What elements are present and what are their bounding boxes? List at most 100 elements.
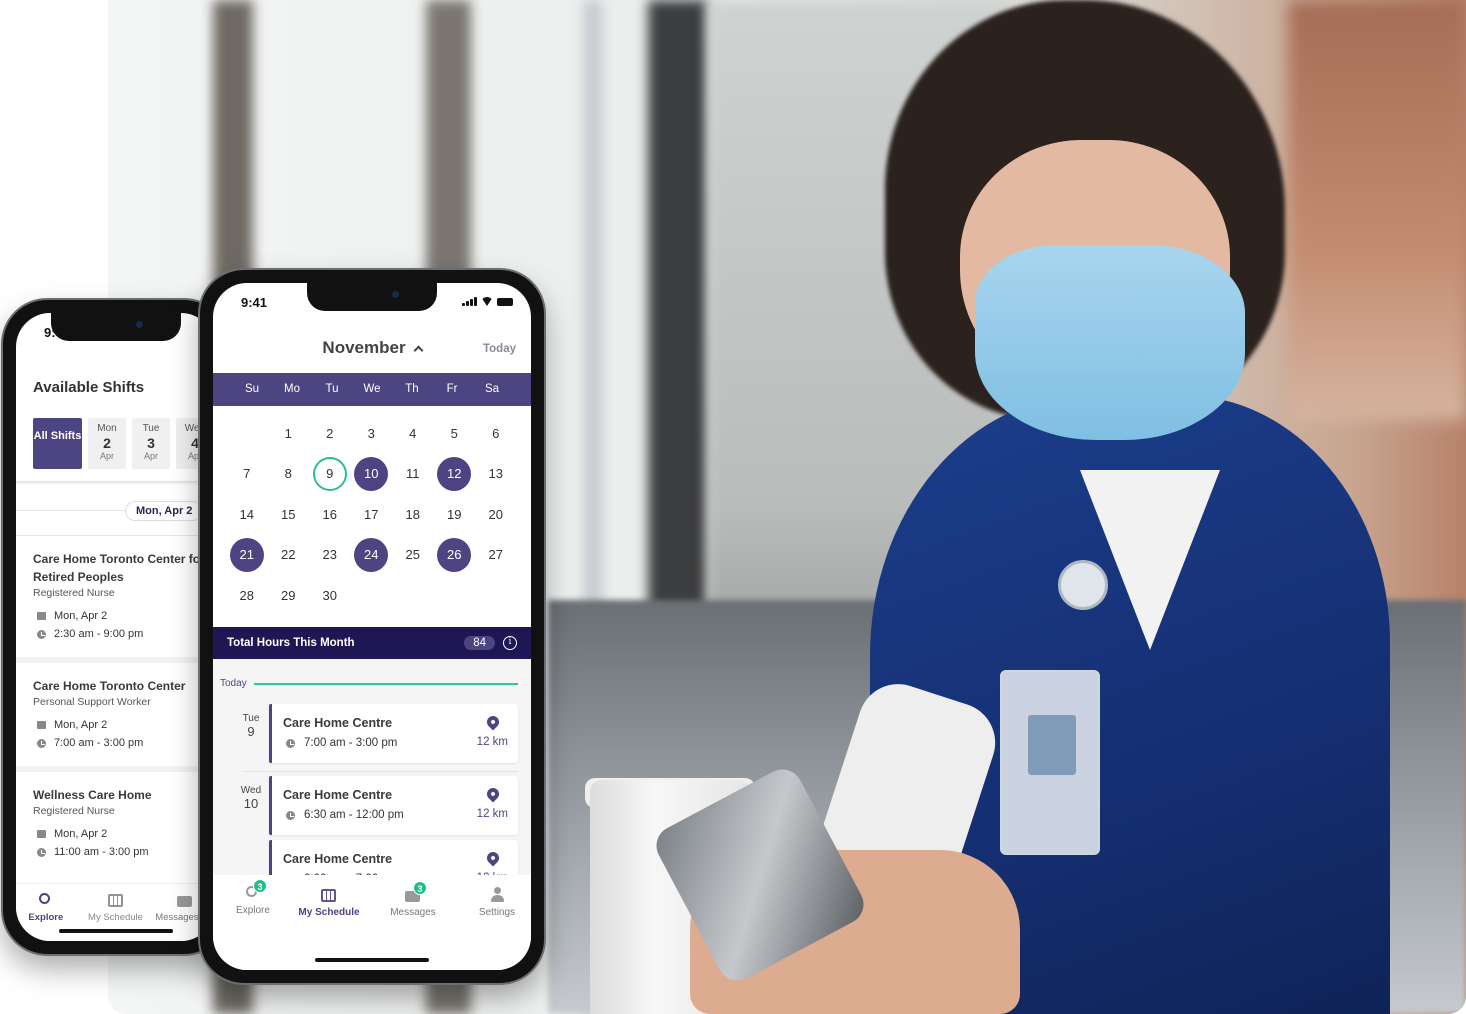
clock-icon xyxy=(286,810,295,820)
calendar-day[interactable]: 13 xyxy=(475,454,517,495)
calendar-day-with-shift[interactable]: 10 xyxy=(351,454,393,495)
nav-settings[interactable]: Settings xyxy=(457,887,531,918)
shift-title: Care Home Centre xyxy=(283,852,393,866)
signal-icon xyxy=(462,297,477,306)
calendar-day[interactable]: 23 xyxy=(309,535,351,576)
calendar-day[interactable]: 4 xyxy=(392,413,434,454)
tab-all-shifts[interactable]: All Shifts xyxy=(33,418,82,469)
calendar-day[interactable]: 5 xyxy=(434,413,476,454)
nav-label: My Schedule xyxy=(298,907,360,918)
shift-date-row: Mon, Apr 2 xyxy=(33,607,215,625)
shift-role: Registered Nurse xyxy=(33,587,115,599)
location-pin-icon xyxy=(484,713,502,731)
calendar-day[interactable]: 22 xyxy=(268,535,310,576)
calendar-icon xyxy=(106,892,126,908)
shift-role: Personal Support Worker xyxy=(33,696,151,708)
shift-date: Mon, Apr 2 xyxy=(54,719,108,731)
agenda-date: Tue 9 xyxy=(233,713,269,739)
nav-my-schedule[interactable]: My Schedule xyxy=(289,887,369,918)
bottom-nav: 3 Explore My Schedule 3 Messages Setting… xyxy=(213,875,531,970)
info-icon[interactable]: i xyxy=(503,636,517,650)
calendar-day[interactable]: 17 xyxy=(351,494,393,535)
tab-day[interactable]: Tue 3 Apr xyxy=(132,418,170,469)
calendar-day-number: 15 xyxy=(281,506,296,522)
shift-time-row: 11:00 am - 3:00 pm xyxy=(33,843,215,861)
calendar-day[interactable]: 11 xyxy=(392,454,434,495)
phone-notch xyxy=(307,283,437,311)
calendar-day[interactable]: 16 xyxy=(309,494,351,535)
calendar-day[interactable]: 2 xyxy=(309,413,351,454)
tab-day-number: 3 xyxy=(147,434,155,451)
calendar-day[interactable]: 19 xyxy=(434,494,476,535)
shift-time-row: 7:00 am - 3:00 pm xyxy=(286,737,397,749)
calendar-day-number: 21 xyxy=(229,537,264,572)
calendar-day[interactable]: 1 xyxy=(268,413,310,454)
calendar-day-number: 13 xyxy=(488,466,503,482)
weekday-label: Th xyxy=(405,383,419,395)
agenda-day: 9 xyxy=(247,724,255,739)
calendar-day-number: 11 xyxy=(406,466,420,482)
calendar-day-number: 17 xyxy=(364,506,379,522)
shift-card[interactable]: Wellness Care Home Registered Nurse Mon,… xyxy=(16,766,215,875)
calendar-day-today[interactable]: 9 xyxy=(309,454,351,495)
shift-time-row: 6:30 am - 12:00 pm xyxy=(286,809,404,821)
clock-icon xyxy=(286,738,295,748)
calendar-grid: 1 2 3 4 5 6 7 8 9 10 11 12 13 14 15 16 17 18 19 20 21 22 23 24 2… xyxy=(226,413,516,616)
search-icon: 3 xyxy=(243,879,267,901)
calendar-day-number: 12 xyxy=(437,456,472,491)
calendar-day-number: 16 xyxy=(322,506,337,522)
weekday-label: Su xyxy=(244,383,260,395)
shift-distance: 12 km xyxy=(476,736,508,748)
agenda-shift-card[interactable]: Care Home Centre 7:00 am - 3:00 pm 12 km xyxy=(269,704,518,763)
tab-label: All Shifts xyxy=(33,430,82,442)
calendar-day[interactable]: 25 xyxy=(392,535,434,576)
weekday-header: Su Mo Tu We Th Fr Sa xyxy=(213,373,531,406)
nav-explore[interactable]: 3 Explore xyxy=(213,879,293,916)
day-filter-tabs: All Shifts Mon 2 Apr Tue 3 Apr Wed 4 Apr xyxy=(33,418,214,469)
today-button[interactable]: Today xyxy=(483,343,516,355)
calendar-day[interactable]: 7 xyxy=(226,454,268,495)
calendar-day[interactable]: 6 xyxy=(475,413,517,454)
calendar-day[interactable]: 27 xyxy=(475,535,517,576)
calendar-day-with-shift[interactable]: 12 xyxy=(434,454,476,495)
shift-date-row: Mon, Apr 2 xyxy=(33,825,215,843)
calendar-day-with-shift[interactable]: 26 xyxy=(434,535,476,576)
calendar-day[interactable]: 15 xyxy=(268,494,310,535)
calendar-day[interactable]: 18 xyxy=(392,494,434,535)
calendar-day[interactable]: 20 xyxy=(475,494,517,535)
home-indicator xyxy=(58,929,173,933)
tab-dow: Tue xyxy=(142,423,160,434)
calendar-day-with-shift[interactable]: 21 xyxy=(226,535,268,576)
shift-card[interactable]: Care Home Toronto Center for Retired Peo… xyxy=(16,535,215,657)
weekday-label: Mo xyxy=(284,383,300,395)
shift-title: Care Home Centre xyxy=(283,788,393,802)
shift-role: Registered Nurse xyxy=(33,805,115,817)
shift-card[interactable]: Care Home Toronto Center Personal Suppor… xyxy=(16,657,215,766)
calendar-day-number: 25 xyxy=(405,547,420,563)
shift-list: Care Home Toronto Center for Retired Peo… xyxy=(16,535,215,875)
calendar-day[interactable]: 14 xyxy=(226,494,268,535)
calendar-day-number: 4 xyxy=(409,425,417,441)
calendar-day-number: 1 xyxy=(284,425,292,441)
nav-messages[interactable]: 3 Messages xyxy=(373,881,453,918)
calendar-day[interactable]: 30 xyxy=(309,575,351,616)
tab-day[interactable]: Mon 2 Apr xyxy=(88,418,126,469)
nav-label: Messages xyxy=(390,907,436,918)
phone-screen: 9:41 Available Shifts All Shifts Mon 2 A… xyxy=(16,313,215,941)
calendar-day[interactable]: 8 xyxy=(268,454,310,495)
total-hours-label: Total Hours This Month xyxy=(227,637,355,649)
calendar-day-number: 18 xyxy=(405,506,420,522)
calendar-day-number: 24 xyxy=(354,537,389,572)
calendar-day-with-shift[interactable]: 24 xyxy=(351,535,393,576)
calendar-day[interactable]: 28 xyxy=(226,575,268,616)
calendar-day-number: 10 xyxy=(354,456,389,491)
calendar-day-number: 19 xyxy=(447,506,462,522)
phone-available-shifts: 9:41 Available Shifts All Shifts Mon 2 A… xyxy=(3,300,228,954)
face-mask xyxy=(975,245,1245,440)
shift-time-row: 7:00 am - 3:00 pm xyxy=(33,734,215,752)
location-pin-icon xyxy=(484,849,502,867)
calendar-day[interactable]: 3 xyxy=(351,413,393,454)
agenda-shift-card[interactable]: Care Home Centre 6:30 am - 12:00 pm 12 k… xyxy=(269,776,518,835)
calendar-day[interactable]: 29 xyxy=(268,575,310,616)
calendar-day-number: 22 xyxy=(281,547,296,563)
